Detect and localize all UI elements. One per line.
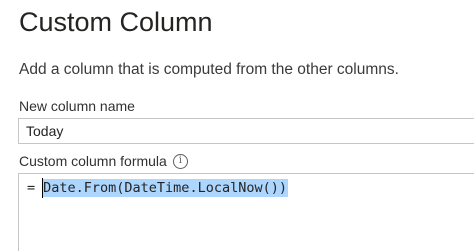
text-caret <box>42 178 44 198</box>
formula-equals-sign: = <box>27 180 36 196</box>
custom-column-dialog: Custom Column Add a column that is compu… <box>0 0 474 251</box>
formula-line: = Date.From(DateTime.LocalNow()) <box>27 178 288 198</box>
dialog-description: Add a column that is computed from the o… <box>19 61 399 78</box>
formula-text-selected: Date.From(DateTime.LocalNow()) <box>42 178 288 198</box>
custom-column-formula-editor[interactable]: = Date.From(DateTime.LocalNow()) <box>18 173 474 251</box>
formula-label-row: Custom column formula i <box>19 151 188 171</box>
dialog-title: Custom Column <box>19 7 213 37</box>
custom-column-formula-label: Custom column formula <box>19 153 167 169</box>
formula-text: Date.From(DateTime.LocalNow()) <box>43 180 287 196</box>
info-icon[interactable]: i <box>172 153 188 169</box>
new-column-name-label: New column name <box>19 98 135 114</box>
new-column-name-input[interactable] <box>18 118 474 144</box>
